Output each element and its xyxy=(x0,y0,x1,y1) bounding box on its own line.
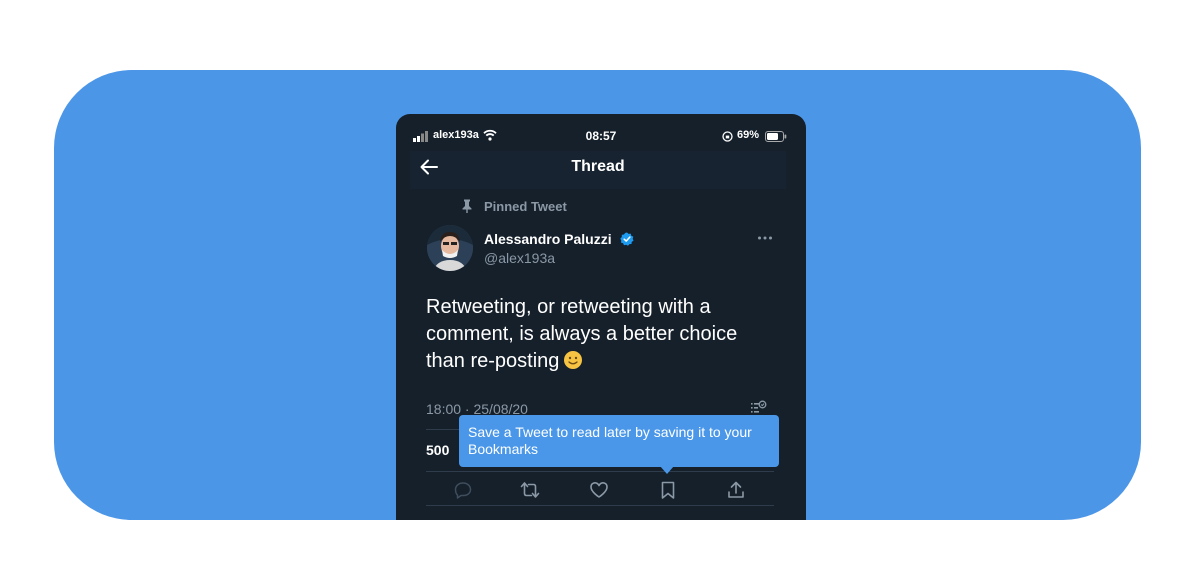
orientation-lock-icon xyxy=(722,131,733,142)
pinned-tweet-label: Pinned Tweet xyxy=(484,199,567,214)
slightly-smiling-face-icon xyxy=(564,351,583,369)
battery-icon xyxy=(765,131,787,142)
navigation-bar: Thread xyxy=(410,151,786,189)
reply-icon[interactable] xyxy=(453,480,473,500)
divider xyxy=(426,505,774,506)
avatar[interactable] xyxy=(427,225,473,271)
tooltip-text: Save a Tweet to read later by saving it … xyxy=(468,424,752,457)
pin-icon xyxy=(462,199,472,213)
divider xyxy=(426,471,774,472)
bookmark-icon[interactable] xyxy=(658,480,678,500)
more-options-icon[interactable] xyxy=(757,235,773,241)
bookmark-tooltip[interactable]: Save a Tweet to read later by saving it … xyxy=(459,415,779,467)
retweet-icon[interactable] xyxy=(520,480,540,500)
like-icon[interactable] xyxy=(589,480,609,500)
verified-badge-icon xyxy=(620,232,634,246)
share-icon[interactable] xyxy=(726,480,746,500)
tooltip-pointer xyxy=(660,466,674,474)
page-title: Thread xyxy=(571,158,625,175)
retweet-count[interactable]: 500 xyxy=(426,442,449,458)
battery-percentage: 69% xyxy=(737,129,760,141)
author-name[interactable]: Alessandro Paluzzi xyxy=(484,231,612,247)
author-handle: @alex193a xyxy=(484,250,556,266)
tweet-action-bar xyxy=(426,476,774,504)
tweet-text: Retweeting, or retweeting with a comment… xyxy=(426,294,776,375)
avatar-image xyxy=(427,225,473,271)
analytics-icon[interactable] xyxy=(750,400,767,416)
phone-screen: alex193a 08:57 69% Thread Pinned Tweet A… xyxy=(396,114,806,520)
